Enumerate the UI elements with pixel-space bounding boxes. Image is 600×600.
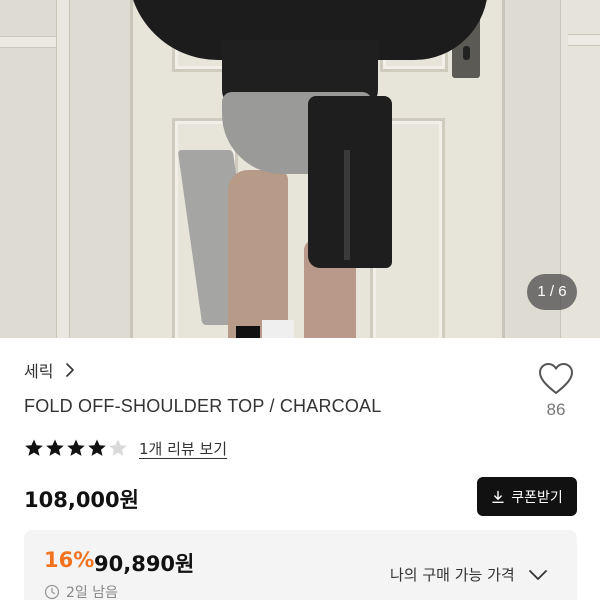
- discount-panel[interactable]: 16% 90,890원 2일 남음 나의 구매 가능 가격: [24, 530, 577, 600]
- chevron-right-icon: [66, 363, 75, 377]
- photo-keyhole: [463, 46, 470, 60]
- my-price-label: 나의 구매 가능 가격: [390, 566, 515, 584]
- download-icon: [492, 490, 504, 503]
- brand-link[interactable]: 세릭: [24, 360, 77, 381]
- product-title: FOLD OFF-SHOULDER TOP / CHARCOAL: [24, 396, 382, 416]
- product-price: 108,000원: [24, 488, 139, 512]
- rating-row: 1개 리뷰 보기: [24, 436, 227, 460]
- image-counter: 1 / 6: [527, 274, 577, 310]
- discount-percent: 16%: [44, 548, 95, 572]
- photo-shoe: [236, 326, 260, 338]
- star-rating: [24, 438, 129, 458]
- star-empty-icon: [109, 439, 127, 456]
- chevron-down-icon: [528, 569, 547, 580]
- brand-name: 세릭: [24, 362, 54, 381]
- star-filled-icon: [88, 439, 106, 456]
- photo-trim: [56, 0, 70, 338]
- product-image-gallery[interactable]: 1 / 6: [0, 0, 600, 338]
- photo-sock: [262, 320, 294, 338]
- photo-tie: [308, 96, 392, 268]
- deadline: 2일 남음: [44, 582, 118, 600]
- photo-leg: [228, 170, 288, 338]
- my-price-toggle[interactable]: 나의 구매 가능 가격: [390, 564, 549, 585]
- photo-trim: [568, 34, 600, 46]
- star-filled-icon: [25, 439, 43, 456]
- photo-trim: [0, 36, 56, 48]
- deadline-text: 2일 남음: [66, 585, 118, 600]
- discounted-price: 90,890원: [94, 552, 195, 576]
- like-count: 86: [546, 400, 566, 419]
- review-link[interactable]: 1개 리뷰 보기: [139, 438, 227, 459]
- star-filled-icon: [46, 439, 64, 456]
- clock-icon: [44, 584, 60, 600]
- heart-outline-icon: [539, 363, 573, 394]
- star-filled-icon: [67, 439, 85, 456]
- coupon-button[interactable]: 쿠폰받기: [477, 477, 577, 516]
- like-button[interactable]: 86: [536, 362, 576, 424]
- photo-tie-slit: [344, 150, 350, 260]
- coupon-button-label: 쿠폰받기: [511, 489, 563, 506]
